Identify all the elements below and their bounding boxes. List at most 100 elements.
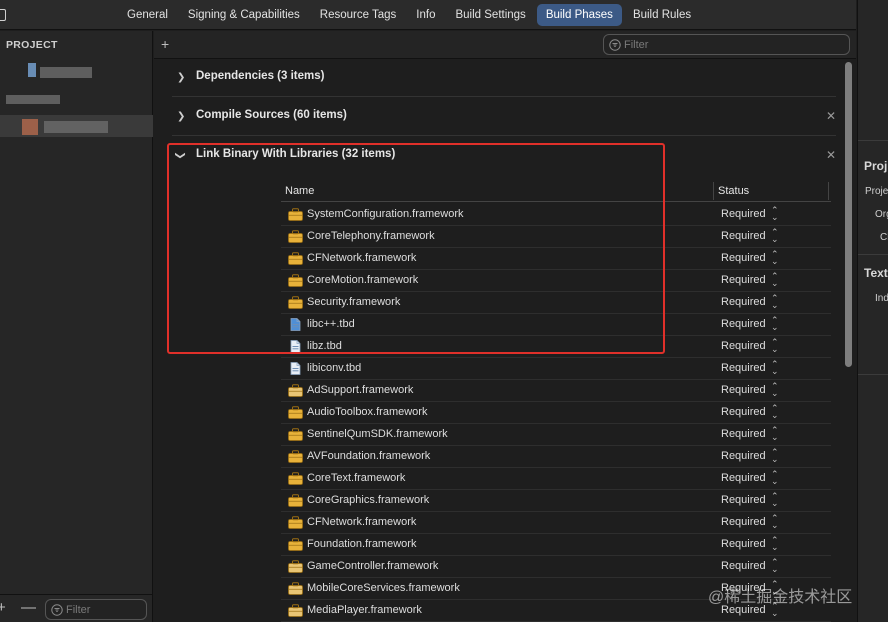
chevron-up-down-icon[interactable]: ⌃ ⌄	[771, 514, 779, 530]
table-row[interactable]: Foundation.framework Required ⌃ ⌄	[281, 534, 831, 556]
chevron-right-icon[interactable]: ❯	[177, 111, 185, 122]
status-popup[interactable]: Required	[721, 362, 766, 374]
table-row[interactable]: GameController.framework Required ⌃ ⌄	[281, 556, 831, 578]
status-popup[interactable]: Required	[721, 252, 766, 264]
status-popup[interactable]: Required	[721, 274, 766, 286]
phase-title: Dependencies (3 items)	[196, 70, 325, 82]
table-row[interactable]: AudioToolbox.framework Required ⌃ ⌄	[281, 402, 831, 424]
chevron-up-down-icon[interactable]: ⌃ ⌄	[771, 470, 779, 486]
highlight-annotation-box	[167, 143, 665, 354]
library-name: AdSupport.framework	[307, 384, 414, 396]
toolbox-icon	[288, 384, 303, 397]
table-row[interactable]: CFNetwork.framework Required ⌃ ⌄	[281, 512, 831, 534]
table-row[interactable]: CoreGraphics.framework Required ⌃ ⌄	[281, 490, 831, 512]
toolbox-icon	[288, 472, 303, 485]
remove-target-button[interactable]: —	[21, 599, 36, 616]
table-row[interactable]: CoreText.framework Required ⌃ ⌄	[281, 468, 831, 490]
library-name: GameController.framework	[307, 560, 439, 572]
build-phases-toolbar: + Filter	[154, 31, 856, 59]
toolbox-icon	[288, 538, 303, 551]
status-popup[interactable]: Required	[721, 516, 766, 528]
chevron-up-down-icon[interactable]: ⌃ ⌄	[771, 426, 779, 442]
status-popup[interactable]: Required	[721, 472, 766, 484]
phase-compile-sources[interactable]: ❯ Compile Sources (60 items) ✕	[172, 98, 836, 136]
phase-title: Compile Sources (60 items)	[196, 109, 347, 121]
blurred-project-name[interactable]	[40, 67, 92, 78]
sidebar-toggle-icon[interactable]	[0, 9, 6, 21]
filter-icon	[609, 39, 621, 51]
chevron-up-down-icon[interactable]: ⌃ ⌄	[771, 536, 779, 552]
table-row[interactable]: AVFoundation.framework Required ⌃ ⌄	[281, 446, 831, 468]
chevron-up-down-icon[interactable]: ⌃ ⌄	[771, 492, 779, 508]
chevron-up-down-icon[interactable]: ⌃ ⌄	[771, 228, 779, 244]
tab-build-rules[interactable]: Build Rules	[624, 4, 700, 26]
inspector-label: Ind	[875, 293, 888, 304]
build-phases-filter-field[interactable]: Filter	[603, 34, 850, 55]
chevron-up-down-icon[interactable]: ⌃ ⌄	[771, 558, 779, 574]
document-icon	[288, 362, 303, 375]
tab-signing-capabilities[interactable]: Signing & Capabilities	[179, 4, 309, 26]
inspector-section-title: Proj	[864, 159, 888, 173]
add-target-button[interactable]: +	[0, 599, 6, 616]
tab-resource-tags[interactable]: Resource Tags	[311, 4, 406, 26]
status-popup[interactable]: Required	[721, 340, 766, 352]
table-row[interactable]: libiconv.tbd Required ⌃ ⌄	[281, 358, 831, 380]
chevron-up-down-icon[interactable]: ⌃ ⌄	[771, 338, 779, 354]
toolbox-icon	[288, 582, 303, 595]
chevron-up-down-icon[interactable]: ⌃ ⌄	[771, 250, 779, 266]
status-popup[interactable]: Required	[721, 428, 766, 440]
column-divider	[713, 182, 714, 200]
status-popup[interactable]: Required	[721, 318, 766, 330]
chevron-up-down-icon[interactable]: ⌃ ⌄	[771, 272, 779, 288]
chevron-up-down-icon[interactable]: ⌃ ⌄	[771, 206, 779, 222]
tab-build-phases[interactable]: Build Phases	[536, 4, 622, 26]
scrollbar-thumb[interactable]	[845, 62, 852, 367]
project-icon	[28, 63, 36, 77]
table-row[interactable]: AdSupport.framework Required ⌃ ⌄	[281, 380, 831, 402]
chevron-up-down-icon[interactable]: ⌃ ⌄	[771, 448, 779, 464]
project-section-header: PROJECT	[6, 39, 58, 51]
chevron-up-down-icon[interactable]: ⌃ ⌄	[771, 382, 779, 398]
chevron-up-down-icon[interactable]: ⌃ ⌄	[771, 294, 779, 310]
close-icon[interactable]: ✕	[826, 148, 836, 162]
targets-section-header	[6, 95, 60, 104]
library-name: MediaPlayer.framework	[307, 604, 422, 616]
status-popup[interactable]: Required	[721, 538, 766, 550]
chevron-right-icon[interactable]: ❯	[177, 72, 185, 83]
project-navigator-sidebar: PROJECT + — Filter	[0, 31, 153, 622]
status-popup[interactable]: Required	[721, 406, 766, 418]
status-popup[interactable]: Required	[721, 230, 766, 242]
watermark-text: @稀土掘金技术社区	[708, 589, 853, 606]
inspector-label: Cl	[880, 232, 888, 243]
close-icon[interactable]: ✕	[826, 109, 836, 123]
filter-placeholder: Filter	[624, 39, 649, 51]
sidebar-filter-field[interactable]: Filter	[45, 599, 147, 620]
table-row[interactable]: SentinelQumSDK.framework Required ⌃ ⌄	[281, 424, 831, 446]
chevron-up-down-icon[interactable]: ⌃ ⌄	[771, 316, 779, 332]
add-build-phase-button[interactable]: +	[161, 36, 169, 52]
status-popup[interactable]: Required	[721, 384, 766, 396]
status-popup[interactable]: Required	[721, 208, 766, 220]
status-popup[interactable]: Required	[721, 450, 766, 462]
sidebar-bottom-bar: + — Filter	[0, 594, 153, 622]
tab-build-settings[interactable]: Build Settings	[446, 4, 534, 26]
filter-icon	[51, 604, 63, 616]
toolbox-icon	[288, 560, 303, 573]
toolbox-icon	[288, 494, 303, 507]
chevron-up-down-icon[interactable]: ⌃ ⌄	[771, 404, 779, 420]
chevron-up-down-icon[interactable]: ⌃ ⌄	[771, 360, 779, 376]
status-popup[interactable]: Required	[721, 296, 766, 308]
tab-info[interactable]: Info	[407, 4, 444, 26]
phase-dependencies[interactable]: ❯ Dependencies (3 items)	[172, 59, 836, 97]
toolbox-icon	[288, 450, 303, 463]
divider	[858, 254, 888, 255]
library-name: SentinelQumSDK.framework	[307, 428, 448, 440]
status-popup[interactable]: Required	[721, 494, 766, 506]
target-app-icon	[22, 119, 38, 135]
blurred-target-name[interactable]	[44, 121, 108, 133]
divider	[858, 374, 888, 375]
column-header-status[interactable]: Status	[718, 185, 749, 197]
status-popup[interactable]: Required	[721, 560, 766, 572]
tab-general[interactable]: General	[118, 4, 177, 26]
inspector-panel: Proj Proje Org Cl Text Ind	[857, 0, 888, 622]
